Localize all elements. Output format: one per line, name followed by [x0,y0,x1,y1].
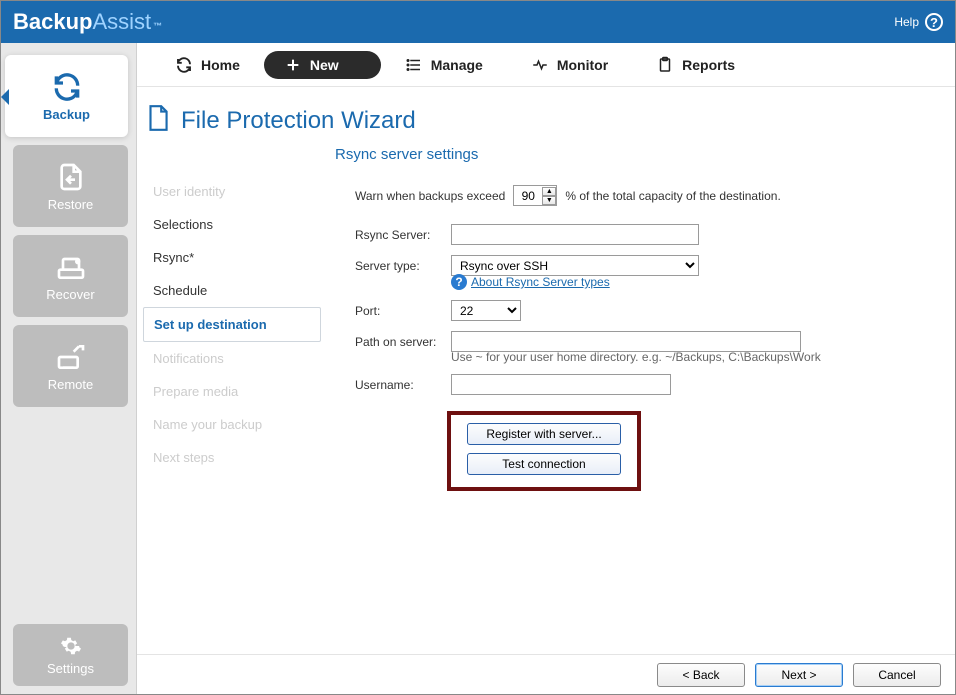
monitor-icon [531,56,549,74]
register-server-button[interactable]: Register with server... [467,423,621,445]
menu-home[interactable]: Home [151,50,264,80]
step-rsync[interactable]: Rsync* [143,241,321,274]
sidebar-remote-label: Remote [48,377,94,392]
port-label: Port: [355,304,451,318]
restore-icon [55,161,87,193]
refresh-icon [51,71,83,103]
sidebar-item-settings[interactable]: Settings [13,624,128,686]
top-menu: Home New Manage [137,43,955,87]
logo-text-b: Assist [92,9,151,35]
path-input[interactable] [451,331,801,352]
back-button[interactable]: < Back [657,663,745,687]
refresh-small-icon [175,56,193,74]
menu-monitor[interactable]: Monitor [507,50,632,80]
wizard-steps: User identity Selections Rsync* Schedule… [137,165,327,654]
app-body: Backup Restore Recover Remote Settings [1,43,955,694]
app-window: Backup Assist ™ Help ? Backup Restore Re… [0,0,956,695]
info-icon: ? [451,274,467,290]
rsync-server-input[interactable] [451,224,699,245]
app-logo: Backup Assist ™ [13,9,162,35]
sidebar-item-backup[interactable]: Backup [5,55,128,137]
warn-spin-down[interactable]: ▼ [542,196,556,205]
step-schedule[interactable]: Schedule [143,274,321,307]
document-icon [145,103,171,138]
sidebar-item-restore[interactable]: Restore [13,145,128,227]
remote-icon [55,341,87,373]
clipboard-icon [656,56,674,74]
menu-manage[interactable]: Manage [381,50,507,80]
step-next-steps[interactable]: Next steps [143,441,321,474]
menu-monitor-label: Monitor [557,57,608,73]
menu-new[interactable]: New [264,51,381,79]
help-button[interactable]: Help ? [894,13,943,31]
step-setup-destination[interactable]: Set up destination [143,307,321,342]
step-notifications[interactable]: Notifications [143,342,321,375]
menu-new-label: New [310,57,339,73]
rsync-server-label: Rsync Server: [355,228,451,242]
step-user-identity[interactable]: User identity [143,175,321,208]
cancel-button[interactable]: Cancel [853,663,941,687]
path-hint: Use ~ for your user home directory. e.g.… [451,350,927,364]
gear-icon [60,635,82,657]
menu-home-label: Home [201,57,240,73]
step-name-backup[interactable]: Name your backup [143,408,321,441]
username-label: Username: [355,378,451,392]
left-sidebar: Backup Restore Recover Remote Settings [1,43,136,694]
sidebar-settings-label: Settings [47,661,94,676]
menu-reports[interactable]: Reports [632,50,759,80]
sidebar-item-remote[interactable]: Remote [13,325,128,407]
port-select[interactable]: 22 [451,300,521,321]
menu-reports-label: Reports [682,57,735,73]
content-wrap: File Protection Wizard Rsync server sett… [137,87,955,694]
path-label: Path on server: [355,335,451,349]
content-body: User identity Selections Rsync* Schedule… [137,165,955,654]
sidebar-item-recover[interactable]: Recover [13,235,128,317]
warn-spin-up[interactable]: ▲ [542,187,556,196]
wizard-footer: < Back Next > Cancel [137,654,955,694]
warn-label-pre: Warn when backups exceed [355,189,505,203]
step-prepare-media[interactable]: Prepare media [143,375,321,408]
help-label: Help [894,15,919,29]
form-area: Warn when backups exceed ▲ ▼ % of the t [327,165,955,654]
wizard-header: File Protection Wizard [137,87,955,146]
menu-manage-label: Manage [431,57,483,73]
help-icon: ? [925,13,943,31]
action-highlight-box: Register with server... Test connection [447,411,641,491]
warn-label-post: % of the total capacity of the destinati… [565,189,780,203]
sidebar-recover-label: Recover [46,287,94,302]
sidebar-backup-label: Backup [43,107,90,122]
step-selections[interactable]: Selections [143,208,321,241]
logo-text-a: Backup [13,9,92,35]
next-button[interactable]: Next > [755,663,843,687]
recover-icon [55,251,87,283]
about-rsync-link[interactable]: About Rsync Server types [471,275,610,289]
list-icon [405,56,423,74]
warn-row: Warn when backups exceed ▲ ▼ % of the t [355,185,927,206]
wizard-title: File Protection Wizard [181,107,416,135]
username-input[interactable] [451,374,671,395]
logo-tm: ™ [153,21,162,31]
warn-value-input[interactable] [514,186,542,205]
server-type-label: Server type: [355,259,451,273]
wizard-subtitle: Rsync server settings [335,146,955,165]
sidebar-restore-label: Restore [48,197,94,212]
plus-icon [284,56,302,74]
warn-spinner[interactable]: ▲ ▼ [513,185,557,206]
test-connection-button[interactable]: Test connection [467,453,621,475]
main-panel: Home New Manage [136,43,955,694]
server-type-select[interactable]: Rsync over SSH [451,255,699,276]
titlebar: Backup Assist ™ Help ? [1,1,955,43]
